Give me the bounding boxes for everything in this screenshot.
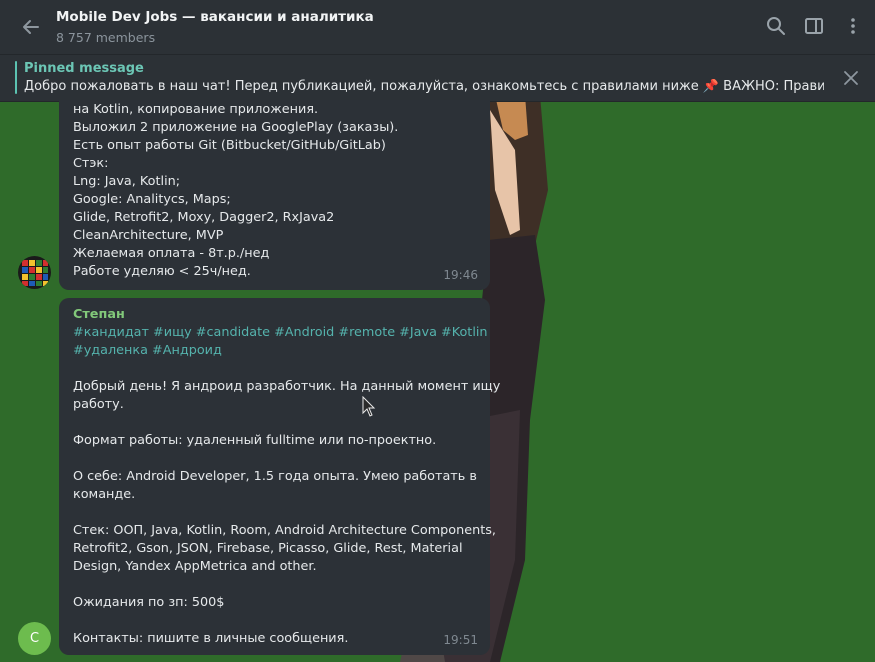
message-line: работу. [73, 397, 124, 412]
message-line [73, 450, 476, 468]
more-vertical-icon[interactable] [842, 15, 864, 37]
chat-header: Mobile Dev Jobs — вакансии и аналитика 8… [0, 0, 875, 55]
message-bubble[interactable]: Степан #кандидат #ищу #candidate #Androi… [59, 298, 501, 655]
message-line: команде. [73, 487, 136, 502]
message-line: Google: Analitycs, Maps; [73, 192, 231, 207]
avatar[interactable]: С [18, 622, 51, 655]
avatar[interactable] [18, 256, 51, 289]
mouse-cursor-icon [362, 395, 376, 418]
message-line: Работе уделяю < 25ч/нед. [73, 264, 251, 279]
message-line: Выложил 2 приложение на GooglePlay (зака… [73, 120, 399, 135]
message-line: Design, Yandex AppMetrica and other. [73, 559, 317, 574]
message-line: Glide, Retrofit2, Moxy, Dagger2, RxJava2 [73, 210, 335, 225]
pinned-accent-bar [15, 61, 17, 94]
message-line: Lng: Java, Kotlin; [73, 174, 181, 189]
pinned-label: Pinned message [24, 61, 144, 76]
sidebar-toggle-icon[interactable] [803, 15, 825, 37]
message-line [73, 504, 476, 522]
message-line: Стэк: [73, 156, 109, 171]
message-line: на Kotlin, копирование приложения. [73, 102, 319, 117]
message-line: Формат работы: удаленный fulltime или по… [73, 433, 437, 448]
close-icon[interactable] [842, 69, 860, 87]
sender-name[interactable]: Степан [73, 306, 476, 324]
pinned-text: Добро пожаловать в наш чат! Перед публик… [24, 79, 824, 94]
message-bubble[interactable]: на Kotlin, копирование приложения. Вылож… [59, 100, 490, 290]
message-line: Ожидания по зп: 500$ [73, 595, 225, 610]
message-line: Контакты: пишите в личные сообщения. [73, 631, 349, 646]
message-line: Желаемая оплата - 8т.р./нед [73, 246, 270, 261]
chat-title[interactable]: Mobile Dev Jobs — вакансии и аналитика [56, 9, 374, 25]
message-line: Есть опыт работы Git (Bitbucket/GitHub/G… [73, 138, 386, 153]
pinned-message-bar[interactable]: Pinned message Добро пожаловать в наш ча… [0, 55, 875, 102]
message-line [73, 414, 476, 432]
members-count: 8 757 members [56, 30, 156, 45]
back-arrow-icon[interactable] [18, 14, 44, 40]
message-line: О себе: Android Developer, 1.5 года опыт… [73, 469, 477, 484]
message-line: Retrofit2, Gson, JSON, Firebase, Picasso… [73, 541, 463, 556]
message-time: 19:51 [443, 633, 478, 647]
message-line: Добрый день! Я андроид разработчик. На д… [73, 379, 501, 394]
message-time: 19:46 [443, 268, 478, 282]
hashtags[interactable]: #кандидат #ищу #candidate #Android #remo… [73, 324, 488, 342]
message-line: Стек: ООП, Java, Kotlin, Room, Android A… [73, 523, 496, 538]
hashtags[interactable]: #удаленка #Андроид [73, 342, 476, 360]
message-line [73, 612, 476, 630]
message-line: CleanArchitecture, MVP [73, 228, 224, 243]
message-line [73, 576, 476, 594]
message-line [73, 360, 476, 378]
search-icon[interactable] [765, 15, 787, 37]
